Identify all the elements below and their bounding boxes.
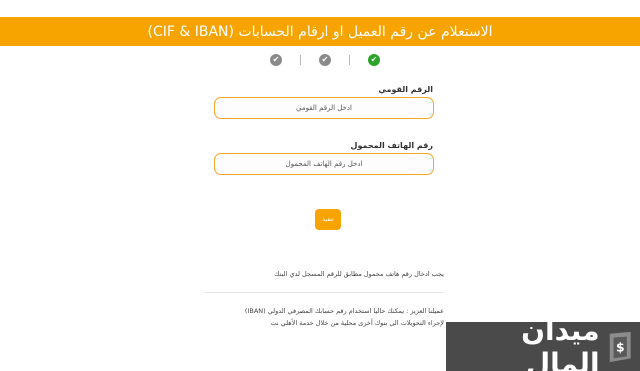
divider: [205, 292, 443, 293]
step-1-check-icon: ✔: [368, 54, 380, 66]
info-text: عميلنا العزيز : يمكنك حاليا استخدام رقم …: [208, 305, 444, 329]
info-line-2: لإجراء التحويلات الى بنوك أخرى محلية من …: [270, 319, 444, 327]
svg-text:$: $: [615, 340, 624, 354]
progress-steps: ✔ ✔ ✔: [270, 52, 380, 68]
page-title: الاستعلام عن رقم العميل او ارقام الحسابا…: [147, 23, 493, 40]
watermark-text: ميدان المال: [521, 313, 600, 371]
national-id-label: الرقم القومي: [378, 85, 433, 94]
step-2-check-icon: ✔: [319, 54, 331, 66]
step-divider: [349, 55, 350, 65]
watermark: ميدان المال $: [446, 314, 640, 371]
step-3-check-icon: ✔: [270, 54, 282, 66]
national-id-input[interactable]: [214, 97, 434, 119]
watermark-logo-icon: $: [609, 331, 631, 362]
info-line-1: عميلنا العزيز : يمكنك حاليا استخدام رقم …: [244, 307, 444, 315]
mobile-label: رقم الهاتف المحمول: [350, 141, 433, 150]
step-divider: [300, 55, 301, 65]
page-header: الاستعلام عن رقم العميل او ارقام الحسابا…: [0, 17, 640, 46]
submit-button[interactable]: تنفيذ: [315, 209, 341, 230]
mobile-input[interactable]: [214, 153, 434, 175]
mobile-note: يجب ادخال رقم هاتف محمول مطابق للرقم الم…: [274, 270, 444, 278]
